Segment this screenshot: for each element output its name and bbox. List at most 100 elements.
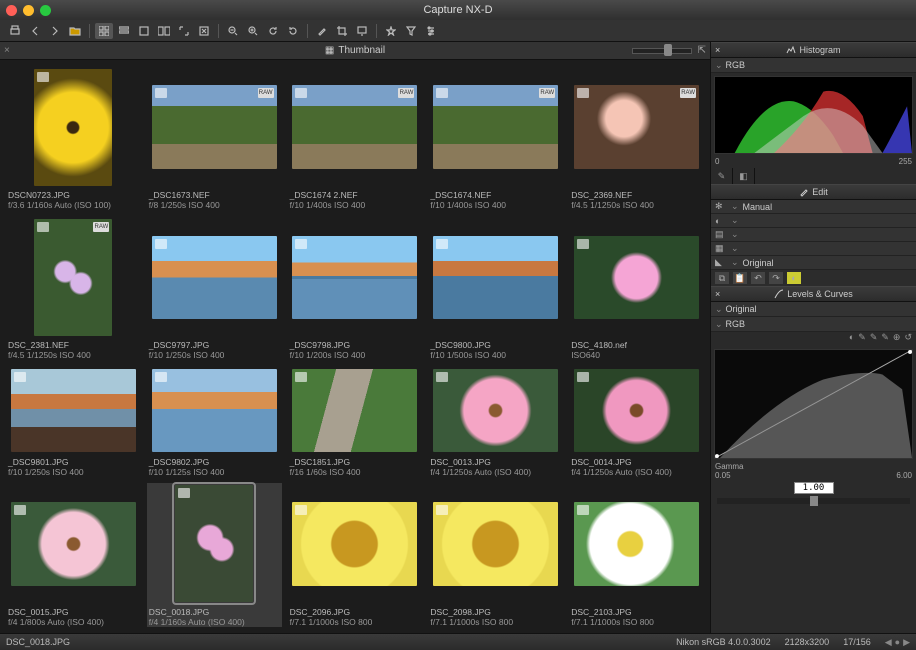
thumbnail-image[interactable]: RAW [34, 219, 112, 336]
histogram-icon [786, 46, 796, 54]
paste-icon[interactable]: 📋 [733, 272, 747, 284]
curve-display[interactable] [714, 349, 913, 459]
gamma-slider-handle[interactable] [810, 496, 818, 506]
thumbnail-cell[interactable]: RAW_DSC1673.NEFf/8 1/250s ISO 400 [147, 66, 282, 210]
edit-row-2[interactable]: ◐⌄ [711, 214, 916, 228]
levels-preset-dropdown[interactable]: ⌄ Original [711, 302, 916, 317]
thumbnail-cell[interactable]: DSC_0014.JPGf/4 1/1250s Auto (ISO 400) [569, 366, 704, 477]
settings-icon[interactable] [422, 23, 440, 39]
rotate-ccw-icon[interactable] [264, 23, 282, 39]
crop-icon[interactable] [333, 23, 351, 39]
zoom-in-icon[interactable] [244, 23, 262, 39]
thumbnail-cell[interactable]: RAWDSC_2381.NEFf/4.5 1/1250s ISO 400 [6, 216, 141, 360]
thumbnail-image[interactable] [292, 502, 417, 585]
thumbnail-image[interactable] [152, 236, 277, 319]
thumbnail-cell[interactable]: DSC_2103.JPGf/7.1 1/1000s ISO 800 [569, 483, 704, 627]
reset-icon[interactable]: ↺ [904, 332, 912, 346]
white-eyedropper-icon[interactable]: ✎ [881, 332, 889, 346]
thumb-size-handle[interactable] [664, 44, 672, 56]
panel-close-icon[interactable]: × [4, 45, 10, 56]
edit-row-manual[interactable]: ✻⌄Manual [711, 200, 916, 214]
filter-icon[interactable] [402, 23, 420, 39]
levels-header[interactable]: × Levels & Curves [711, 286, 916, 302]
gamma-min: 0.05 [715, 471, 731, 480]
redo-icon[interactable]: ↷ [769, 272, 783, 284]
thumbnail-cell[interactable]: _DSC9798.JPGf/10 1/200s ISO 400 [288, 216, 423, 360]
thumbnail-image[interactable] [574, 236, 699, 319]
print-icon[interactable] [6, 23, 24, 39]
list-view-icon[interactable] [115, 23, 133, 39]
thumbnail-cell[interactable]: _DSC9802.JPGf/10 1/125s ISO 400 [147, 366, 282, 477]
fullscreen-icon[interactable] [175, 23, 193, 39]
thumbnail-image[interactable] [34, 69, 112, 186]
thumbnail-image[interactable]: RAW [574, 85, 699, 168]
eyedropper-icon[interactable] [313, 23, 331, 39]
single-view-icon[interactable] [135, 23, 153, 39]
black-eyedropper-icon[interactable]: ✎ [858, 332, 866, 346]
thumbnail-image[interactable] [433, 236, 558, 319]
edit-header[interactable]: Edit [711, 184, 916, 200]
thumbnail-image[interactable] [11, 502, 136, 585]
thumbnail-image[interactable] [11, 369, 136, 452]
edit-row-3[interactable]: ▤⌄ [711, 228, 916, 242]
scroll-left-icon[interactable]: ◀ [885, 637, 892, 648]
back-icon[interactable] [26, 23, 44, 39]
thumbnail-cell[interactable]: DSC_2098.JPGf/7.1 1/1000s ISO 800 [428, 483, 563, 627]
thumbnail-image[interactable] [292, 236, 417, 319]
edit-tab-1[interactable]: ✎ [711, 168, 733, 184]
thumbnail-image[interactable] [574, 502, 699, 585]
thumbnail-cell[interactable]: _DSC9800.JPGf/10 1/500s ISO 400 [428, 216, 563, 360]
edit-row-original[interactable]: ◣⌄Original [711, 256, 916, 270]
histogram-header[interactable]: × Histogram [711, 42, 916, 58]
gamma-value-input[interactable]: 1.00 [794, 482, 834, 494]
levels-channel-dropdown[interactable]: ⌄ RGB [711, 317, 916, 332]
scroll-right-icon[interactable]: ▶ [903, 637, 910, 648]
star-icon[interactable] [382, 23, 400, 39]
auto-contrast-icon[interactable]: ◐ [849, 332, 854, 346]
thumbnail-cell[interactable]: RAWDSC_2369.NEFf/4.5 1/1250s ISO 400 [569, 66, 704, 210]
histogram-channel-dropdown[interactable]: ⌄ RGB [711, 58, 916, 73]
monitor-icon[interactable] [353, 23, 371, 39]
copy-icon[interactable]: ⧉ [715, 272, 729, 284]
thumbnail-cell[interactable]: RAW_DSC1674 2.NEFf/10 1/400s ISO 400 [288, 66, 423, 210]
thumbnail-image[interactable]: RAW [152, 85, 277, 168]
thumbnail-cell[interactable]: _DSC1851.JPGf/16 1/60s ISO 400 [288, 366, 423, 477]
edit-row-4[interactable]: ▦⌄ [711, 242, 916, 256]
thumbnail-cell[interactable]: DSC_0015.JPGf/4 1/800s Auto (ISO 400) [6, 483, 141, 627]
thumbnail-cell[interactable]: DSC_4180.nefISO640 [569, 216, 704, 360]
thumbnail-cell[interactable]: DSCN0723.JPGf/3.6 1/160s Auto (ISO 100) [6, 66, 141, 210]
thumbnail-cell[interactable]: DSC_0018.JPGf/4 1/160s Auto (ISO 400) [147, 483, 282, 627]
zoom-out-icon[interactable] [224, 23, 242, 39]
close-icon[interactable]: × [715, 289, 720, 299]
thumbnail-image[interactable] [292, 369, 417, 452]
grid-view-icon[interactable] [95, 23, 113, 39]
compare-view-icon[interactable] [155, 23, 173, 39]
thumbnail-image[interactable] [433, 502, 558, 585]
thumbnail-image[interactable] [574, 369, 699, 452]
forward-icon[interactable] [46, 23, 64, 39]
expand-icon[interactable]: ⇱ [698, 45, 706, 56]
thumbnail-image[interactable]: RAW [292, 85, 417, 168]
thumbnail-image[interactable]: RAW [433, 85, 558, 168]
thumbnail-cell[interactable]: DSC_0013.JPGf/4 1/1250s Auto (ISO 400) [428, 366, 563, 477]
apply-icon[interactable]: ◐ [787, 272, 801, 284]
gray-eyedropper-icon[interactable]: ✎ [870, 332, 878, 346]
thumbnail-filename: DSC_2098.JPG [430, 607, 561, 617]
thumbnail-image[interactable] [175, 485, 253, 602]
thumb-size-slider[interactable] [632, 48, 692, 54]
fit-icon[interactable] [195, 23, 213, 39]
thumbnail-image[interactable] [152, 369, 277, 452]
thumbnail-cell[interactable]: RAW_DSC1674.NEFf/10 1/400s ISO 400 [428, 66, 563, 210]
thumbnail-cell[interactable]: DSC_2096.JPGf/7.1 1/1000s ISO 800 [288, 483, 423, 627]
scroll-dot-icon[interactable]: ● [895, 637, 900, 647]
undo-icon[interactable]: ↶ [751, 272, 765, 284]
close-icon[interactable]: × [715, 45, 720, 55]
open-folder-icon[interactable] [66, 23, 84, 39]
thumbnail-image[interactable] [433, 369, 558, 452]
rotate-cw-icon[interactable] [284, 23, 302, 39]
gamma-slider[interactable] [717, 498, 910, 504]
thumbnail-cell[interactable]: _DSC9797.JPGf/10 1/250s ISO 400 [147, 216, 282, 360]
edit-tab-2[interactable]: ◧ [733, 168, 755, 184]
thumbnail-cell[interactable]: _DSC9801.JPGf/10 1/250s ISO 400 [6, 366, 141, 477]
add-point-icon[interactable]: ⊕ [893, 332, 901, 346]
